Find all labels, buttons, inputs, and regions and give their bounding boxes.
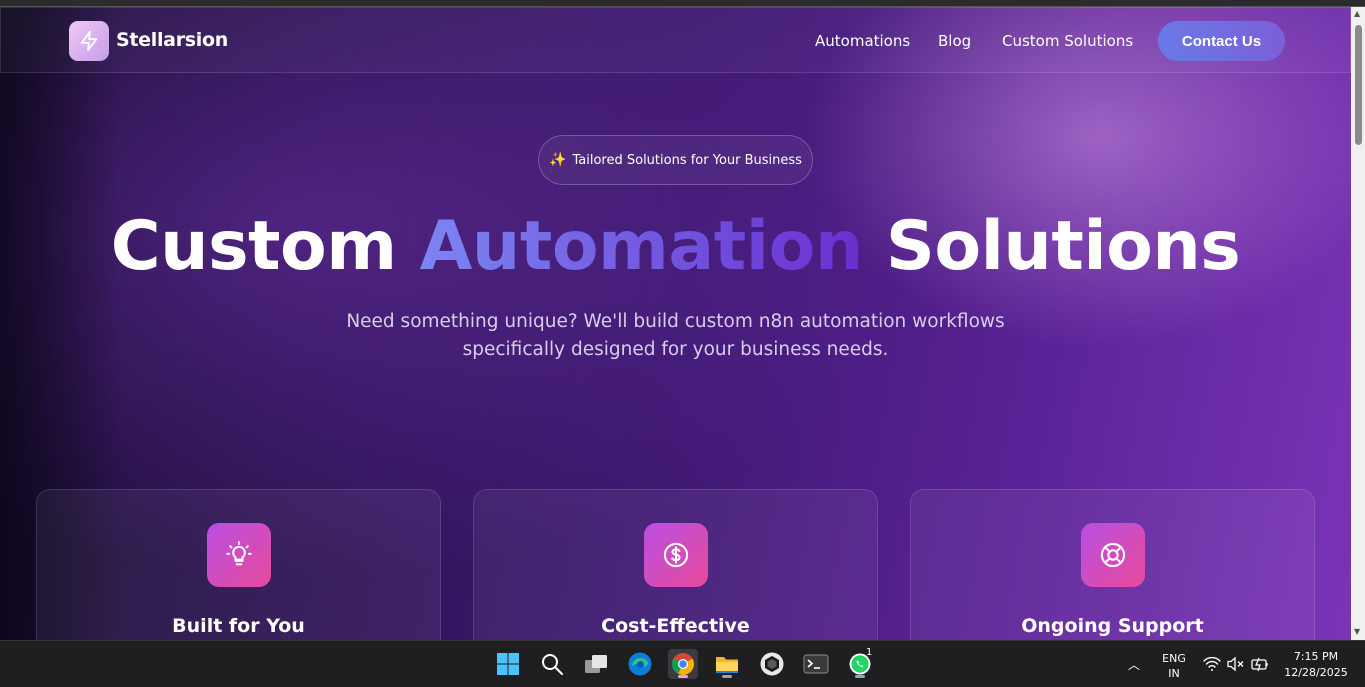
hero-title-part1: Custom: [110, 207, 420, 286]
language-indicator[interactable]: ENG IN: [1158, 651, 1190, 681]
hero-title-highlight: Automation: [419, 207, 863, 286]
feature-card-title: Built for You: [172, 615, 305, 637]
scroll-up-arrow-icon[interactable]: ▲: [1354, 9, 1360, 18]
lifebuoy-icon: [1081, 523, 1145, 587]
sparkles-icon: ✨: [549, 152, 567, 168]
battery-charging-icon[interactable]: [1251, 656, 1269, 676]
feature-card-cost-effective: Cost-Effective: [473, 489, 878, 640]
hero-title-part2: Solutions: [862, 207, 1241, 286]
hero-title: Custom Automation Solutions: [0, 207, 1351, 286]
hero-subtitle-line2: specifically designed for your business …: [462, 339, 889, 360]
running-app-indicator: [855, 675, 865, 678]
nav-link-blog[interactable]: Blog: [938, 32, 971, 50]
region-code: IN: [1168, 667, 1180, 680]
nav-link-custom-solutions[interactable]: Custom Solutions: [1002, 32, 1133, 50]
feature-card-built-for-you: Built for You: [36, 489, 441, 640]
browser-viewport: Stellarsion Automations Blog Custom Solu…: [0, 7, 1351, 640]
clock-date: 12/28/2025: [1284, 666, 1348, 679]
clock[interactable]: 7:15 PM 12/28/2025: [1278, 649, 1354, 681]
feature-card-title: Cost-Effective: [601, 615, 750, 637]
hero-badge-text: Tailored Solutions for Your Business: [572, 152, 802, 168]
windows-start-icon[interactable]: [493, 649, 523, 679]
search-icon[interactable]: [537, 649, 567, 679]
edge-browser-icon[interactable]: [625, 649, 655, 679]
clock-time: 7:15 PM: [1293, 650, 1339, 663]
wifi-icon[interactable]: [1203, 656, 1221, 676]
contact-us-button[interactable]: Contact Us: [1158, 21, 1285, 61]
hexagon-app-icon[interactable]: [757, 649, 787, 679]
file-explorer-icon[interactable]: [712, 649, 742, 679]
whatsapp-notification-badge: 1: [866, 647, 873, 658]
brand-name[interactable]: Stellarsion: [116, 29, 228, 51]
hero-subtitle: Need something unique? We'll build custo…: [300, 308, 1051, 364]
logo-lightning-icon[interactable]: [69, 21, 109, 61]
running-app-indicator: [722, 675, 732, 678]
lightbulb-icon: [207, 523, 271, 587]
nav-link-automations[interactable]: Automations: [815, 32, 910, 50]
scroll-down-arrow-icon[interactable]: ▼: [1354, 627, 1360, 636]
hero-badge: ✨ Tailored Solutions for Your Business: [538, 135, 813, 185]
dollar-icon: [644, 523, 708, 587]
tray-chevron-up-icon[interactable]: ︿: [1128, 656, 1140, 673]
site-navbar: Stellarsion Automations Blog Custom Solu…: [0, 7, 1351, 73]
chrome-browser-icon[interactable]: [668, 649, 698, 679]
active-app-indicator: [678, 675, 688, 678]
hero-subtitle-line1: Need something unique? We'll build custo…: [346, 311, 1005, 332]
window-top-strip: [0, 0, 1365, 7]
task-view-icon[interactable]: [581, 649, 611, 679]
language-code: ENG: [1162, 652, 1186, 665]
page-scrollbar[interactable]: ▲ ▼: [1351, 7, 1365, 640]
scrollbar-thumb[interactable]: [1355, 25, 1362, 145]
feature-card-title: Ongoing Support: [1021, 615, 1204, 637]
speaker-muted-icon[interactable]: [1227, 656, 1245, 676]
feature-card-ongoing-support: Ongoing Support: [910, 489, 1315, 640]
terminal-icon[interactable]: [801, 649, 831, 679]
windows-taskbar: 1 ︿ ENG IN 7:15 PM 12/28/2025: [0, 640, 1365, 687]
whatsapp-icon[interactable]: 1: [845, 647, 875, 679]
